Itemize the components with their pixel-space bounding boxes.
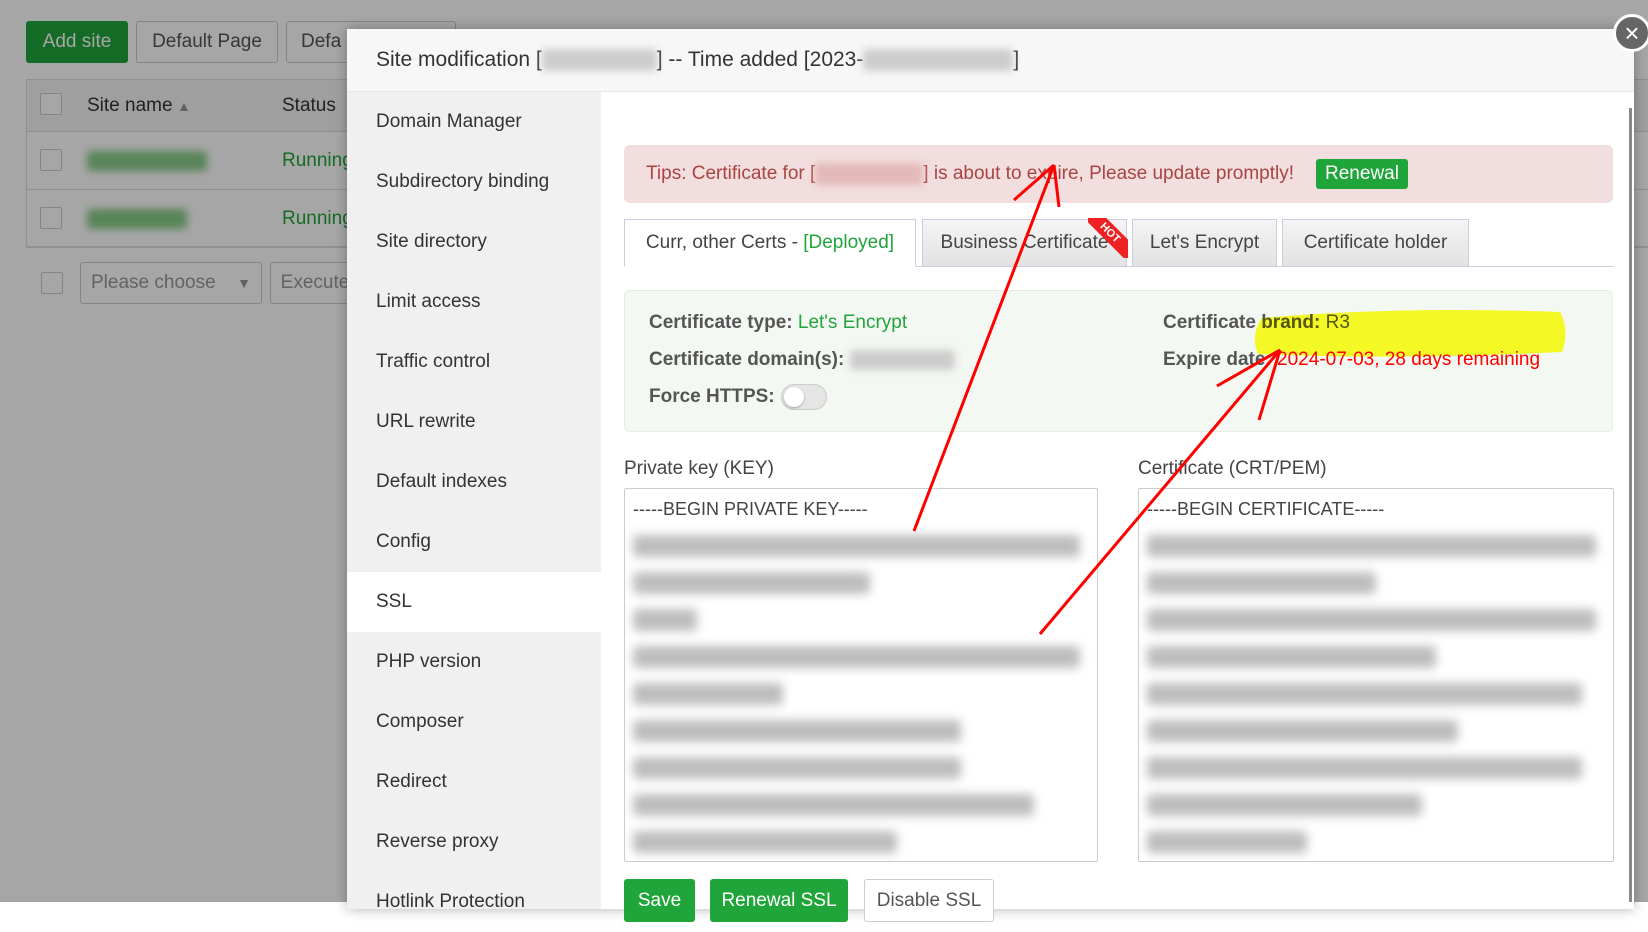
- deployed-badge: [Deployed]: [803, 232, 895, 253]
- sidebar-item-reverse-proxy[interactable]: Reverse proxy: [347, 812, 601, 872]
- sidebar-item-limit-access[interactable]: Limit access: [347, 272, 601, 332]
- alert-suffix: ] is about to expire, Please update prom…: [923, 163, 1295, 184]
- sidebar-item-default-indexes[interactable]: Default indexes: [347, 452, 601, 512]
- private-key-label: Private key (KEY): [624, 458, 774, 479]
- force-https-field: Force HTTPS:: [649, 384, 827, 410]
- sidebar-item-subdirectory-binding[interactable]: Subdirectory binding: [347, 152, 601, 212]
- sidebar-item-url-rewrite[interactable]: URL rewrite: [347, 392, 601, 452]
- cert-brand-field: Certificate brand: R3: [1163, 312, 1350, 334]
- tab-current-label: Curr, other Certs -: [645, 232, 798, 253]
- cert-brand-label: Certificate brand:: [1163, 312, 1321, 333]
- ssl-tabs: Curr, other Certs - [Deployed] Business …: [624, 218, 1613, 267]
- close-icon[interactable]: ×: [1613, 14, 1648, 52]
- cert-domains-label: Certificate domain(s):: [649, 349, 845, 370]
- title-prefix: Site modification [: [376, 48, 542, 71]
- title-suffix: ]: [1013, 48, 1020, 71]
- tab-certificate-holder[interactable]: Certificate holder: [1282, 219, 1469, 267]
- sidebar-item-ssl[interactable]: SSL: [347, 572, 601, 632]
- certificate-label: Certificate (CRT/PEM): [1138, 458, 1327, 479]
- site-modification-modal: Site modification [ ] -- Time added [202…: [347, 29, 1634, 922]
- settings-sidebar: Domain Manager Subdirectory binding Site…: [347, 92, 601, 912]
- sidebar-item-php-version[interactable]: PHP version: [347, 632, 601, 692]
- cert-type-label: Certificate type:: [649, 312, 793, 333]
- cert-brand-value: R3: [1325, 312, 1350, 333]
- sidebar-item-site-directory[interactable]: Site directory: [347, 212, 601, 272]
- sidebar-item-redirect[interactable]: Redirect: [347, 752, 601, 812]
- cert-domains-field: Certificate domain(s):: [649, 349, 955, 371]
- sidebar-item-hotlink-protection[interactable]: Hotlink Protection: [347, 872, 601, 932]
- cert-type-field: Certificate type: Let's Encrypt: [649, 312, 907, 334]
- site-name-redacted: [541, 49, 657, 71]
- expire-date-label: Expire date:: [1163, 349, 1272, 370]
- renewal-ssl-button[interactable]: Renewal SSL: [710, 879, 848, 922]
- tab-lets-encrypt[interactable]: Let's Encrypt: [1132, 219, 1277, 267]
- expiry-alert: Tips: Certificate for [ ] is about to ex…: [624, 145, 1613, 203]
- tab-business-certificate[interactable]: Business Certificate HOT: [922, 218, 1128, 267]
- modal-header: Site modification [ ] -- Time added [202…: [347, 29, 1634, 92]
- hot-label: HOT: [1088, 218, 1128, 258]
- key-begin: -----BEGIN PRIVATE KEY-----: [633, 499, 868, 519]
- disable-ssl-button[interactable]: Disable SSL: [864, 879, 994, 922]
- sidebar-item-domain-manager[interactable]: Domain Manager: [347, 92, 601, 152]
- force-https-label: Force HTTPS:: [649, 386, 775, 408]
- tab-business-label: Business Certificate: [940, 232, 1109, 253]
- sidebar-item-composer[interactable]: Composer: [347, 692, 601, 752]
- time-redacted: [863, 49, 1014, 71]
- hot-ribbon: HOT: [1088, 218, 1128, 258]
- certificate-info: Certificate type: Let's Encrypt Certific…: [624, 290, 1613, 432]
- save-button[interactable]: Save: [624, 879, 695, 922]
- certificate-textarea[interactable]: -----BEGIN CERTIFICATE-----: [1138, 488, 1614, 862]
- renewal-button[interactable]: Renewal: [1316, 159, 1408, 189]
- cert-begin: -----BEGIN CERTIFICATE-----: [1147, 499, 1385, 519]
- title-mid: ] -- Time added [2023-: [656, 48, 864, 71]
- expire-date-field: Expire date: 2024-07-03, 28 days remaini…: [1163, 349, 1540, 371]
- ssl-panel: Tips: Certificate for [ ] is about to ex…: [601, 92, 1634, 922]
- scrollbar[interactable]: [1629, 108, 1632, 902]
- cert-type-value: Let's Encrypt: [797, 312, 908, 333]
- force-https-toggle[interactable]: [780, 384, 827, 410]
- alert-prefix: Tips: Certificate for [: [646, 163, 816, 184]
- domains-redacted: [849, 349, 955, 370]
- domain-redacted: [815, 163, 924, 185]
- private-key-textarea[interactable]: -----BEGIN PRIVATE KEY-----: [624, 488, 1098, 862]
- expire-date-value: 2024-07-03, 28 days remaining: [1277, 349, 1541, 370]
- sidebar-item-traffic-control[interactable]: Traffic control: [347, 332, 601, 392]
- sidebar-item-config[interactable]: Config: [347, 512, 601, 572]
- tab-current-certs[interactable]: Curr, other Certs - [Deployed]: [624, 219, 916, 267]
